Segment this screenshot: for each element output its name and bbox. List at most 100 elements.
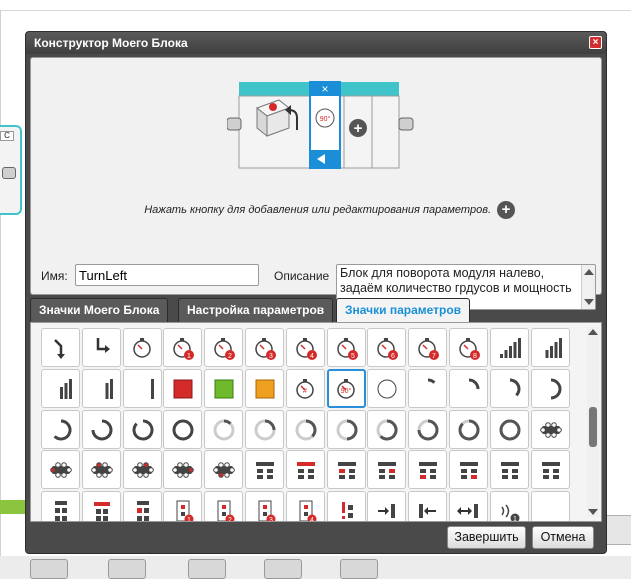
icon-cell-signal-bars-4[interactable] [531, 328, 570, 367]
icon-cell-timer-2[interactable]: 2 [204, 328, 243, 367]
timer-4-icon: 4 [295, 337, 317, 360]
icon-cell-sensor-4[interactable]: 4 [286, 491, 325, 521]
icon-cell-green-square[interactable] [204, 369, 243, 408]
icon-cell-timer-hash[interactable]: # [286, 369, 325, 408]
icon-cell-port-block-red-3[interactable] [367, 450, 406, 489]
palette-block-steering-icon[interactable] [30, 559, 68, 579]
icon-cell-port-array-red-5[interactable] [204, 450, 243, 489]
scroll-thumb[interactable] [589, 407, 597, 447]
tab-parameter-icons[interactable]: Значки параметров [336, 298, 471, 324]
icon-cell-sensor-3[interactable]: 3 [245, 491, 284, 521]
icon-cell-red-square[interactable] [163, 369, 202, 408]
icon-cell-signal-bars-3[interactable] [41, 369, 80, 408]
svg-text:3: 3 [269, 353, 273, 360]
icon-cell-circle-5-8[interactable] [41, 410, 80, 449]
icon-cell-port-array[interactable] [531, 410, 570, 449]
icon-cell-port-array-red-1[interactable] [41, 450, 80, 489]
icon-cell-port-block-red-2[interactable] [327, 450, 366, 489]
icon-cell-port-block-red-4[interactable] [408, 450, 447, 489]
palette-block-display-icon[interactable] [188, 559, 226, 579]
timer-7-icon: 7 [417, 337, 439, 360]
background-left-line [0, 10, 1, 579]
my-block-preview: × 90° + [227, 81, 414, 169]
timer-2-icon: 2 [213, 337, 235, 360]
icon-cell-dash-circle-full[interactable] [490, 410, 529, 449]
icon-cell-arrow-down-right[interactable] [82, 328, 121, 367]
icon-cell-dash-circle-5[interactable] [367, 410, 406, 449]
icon-cell-timer-1[interactable]: 1 [163, 328, 202, 367]
icon-cell-dash-circle-3[interactable] [286, 410, 325, 449]
icon-cell-circle-2-8[interactable] [449, 369, 488, 408]
icon-cell-timer-7[interactable]: 7 [408, 328, 447, 367]
icon-cell-circle-4-8[interactable] [531, 369, 570, 408]
icon-cell-signal-bars-2[interactable] [82, 369, 121, 408]
icon-cell-timer-8[interactable]: 8 [449, 328, 488, 367]
icon-cell-orange-square[interactable] [245, 369, 284, 408]
icon-cell-timer-90[interactable]: 90° [327, 369, 366, 408]
icon-cell-port-array-red-3[interactable] [123, 450, 162, 489]
icon-cell-circle-1-8[interactable] [408, 369, 447, 408]
icon-cell-arrow-port-right[interactable] [367, 491, 406, 521]
tab-my-block-icons[interactable]: Значки Моего Блока [30, 298, 169, 322]
icon-cell-circle-full[interactable] [163, 410, 202, 449]
icon-cell-port-block-red-5[interactable] [449, 450, 488, 489]
icon-cell-timer-6[interactable]: 6 [367, 328, 406, 367]
palette-block-motor-icon[interactable] [108, 559, 146, 579]
icon-cell-signal-bars-1[interactable] [123, 369, 162, 408]
icon-cell-timer-5[interactable]: 5 [327, 328, 366, 367]
signal-bars-2-icon [105, 378, 113, 399]
icon-cell-timer-3[interactable]: 3 [245, 328, 284, 367]
timer-hash-icon: # [295, 378, 314, 399]
icon-cell-arrow-down-left[interactable] [41, 328, 80, 367]
icon-cell-port-blank[interactable] [531, 491, 570, 521]
icon-cell-timer[interactable] [123, 328, 162, 367]
arrow-down-left-icon [53, 338, 65, 359]
cancel-button[interactable]: Отмена [532, 526, 594, 549]
palette-block-sound-icon[interactable] [264, 559, 302, 579]
circle-6-8-icon [91, 419, 112, 440]
icon-cell-port-block-red-6[interactable] [490, 450, 529, 489]
icon-cell-dash-circle-7[interactable] [449, 410, 488, 449]
palette-block-light-icon[interactable] [340, 559, 378, 579]
icon-cell-port-array-red-2[interactable] [82, 450, 121, 489]
icon-cell-signal-bars-5[interactable] [490, 328, 529, 367]
svg-text:1: 1 [513, 516, 517, 523]
name-field[interactable] [75, 264, 259, 286]
icon-cell-port-block-red-7[interactable] [531, 450, 570, 489]
close-button[interactable]: × [589, 36, 602, 49]
icon-cell-port-tall-red[interactable] [82, 491, 121, 521]
scroll-down-icon[interactable] [588, 509, 598, 515]
tab-parameter-setup[interactable]: Настройка параметров [178, 298, 334, 322]
icon-cell-port-tall-red-2[interactable] [123, 491, 162, 521]
background-program-block[interactable]: C [0, 125, 22, 215]
finish-button[interactable]: Завершить [447, 526, 526, 549]
icon-cell-sensor-1[interactable]: 1 [163, 491, 202, 521]
icon-cell-circle-6-8[interactable] [82, 410, 121, 449]
icon-cell-timer-4[interactable]: 4 [286, 328, 325, 367]
icon-cell-double-arrow-port[interactable] [449, 491, 488, 521]
param-90-label: 90° [320, 115, 331, 123]
icon-cell-arrow-port-left[interactable] [408, 491, 447, 521]
circle-2-8-icon [468, 378, 479, 389]
tab-bar: Значки Моего Блока Настройка параметров … [30, 298, 602, 324]
icon-cell-port-block-red-1[interactable] [286, 450, 325, 489]
timer-5-icon: 5 [336, 337, 358, 360]
icon-cell-exclaim-port[interactable] [327, 491, 366, 521]
scroll-up-icon[interactable] [584, 269, 594, 275]
icon-cell-port-tall[interactable] [41, 491, 80, 521]
icon-cell-wave-1[interactable]: 1 [490, 491, 529, 523]
icon-cell-port-block[interactable] [245, 450, 284, 489]
icon-cell-dash-circle-1[interactable] [204, 410, 243, 449]
icon-grid-scrollbar[interactable] [587, 327, 599, 517]
scroll-up-icon[interactable] [588, 329, 598, 335]
icon-cell-dash-circle-4[interactable] [327, 410, 366, 449]
icon-cell-circle-empty[interactable] [367, 369, 406, 408]
icon-cell-sensor-2[interactable]: 2 [204, 491, 243, 521]
icon-cell-circle-7-8[interactable] [123, 410, 162, 449]
icon-cell-circle-3-8[interactable] [490, 369, 529, 408]
wave-1-icon: 1 [500, 504, 519, 523]
icon-cell-dash-circle-2[interactable] [245, 410, 284, 449]
icon-cell-port-array-red-4[interactable] [163, 450, 202, 489]
add-parameter-button[interactable]: + [497, 201, 515, 219]
icon-cell-dash-circle-6[interactable] [408, 410, 447, 449]
